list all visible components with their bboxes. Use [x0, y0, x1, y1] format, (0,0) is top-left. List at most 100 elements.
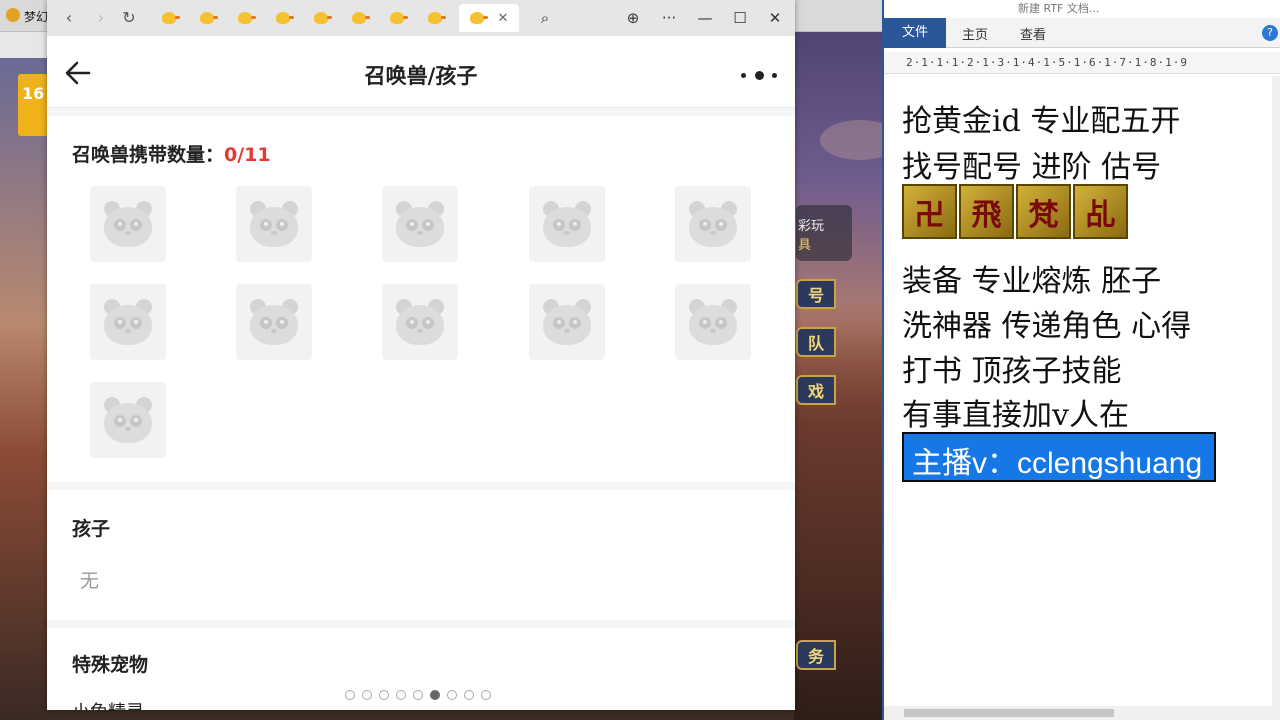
scroll-thumb[interactable] [904, 709, 1114, 717]
page-dot[interactable] [396, 690, 406, 700]
browser-tab[interactable] [303, 4, 339, 32]
page-dot[interactable] [430, 690, 440, 700]
chick-icon [162, 12, 180, 24]
game-panel-sub: 具 [798, 238, 812, 253]
panda-placeholder-icon [248, 201, 300, 247]
game-button-3[interactable]: 戏 [796, 375, 836, 405]
kids-title: 孩子 [72, 518, 111, 540]
panda-placeholder-icon [394, 299, 446, 345]
panda-placeholder-icon [687, 299, 739, 345]
pet-section: 召唤兽携带数量：0/11 [47, 116, 795, 482]
pet-count-label: 召唤兽携带数量：0/11 [72, 140, 271, 167]
game-button-2[interactable]: 队 [796, 327, 836, 357]
document-body[interactable]: 抢黄金id 专业配五开 找号配号 进阶 估号 卍 飛 梵 乩 装备 专业熔炼 胚… [884, 76, 1280, 706]
game-button-4[interactable]: 务 [796, 640, 836, 670]
word-titlebar: 新建 RTF 文档... [884, 0, 1280, 18]
close-icon[interactable]: ✕ [763, 6, 787, 30]
tab-file[interactable]: 文件 [884, 18, 946, 48]
game-button-1[interactable]: 号 [796, 279, 836, 309]
pet-slot[interactable] [675, 186, 751, 262]
browser-tab[interactable] [227, 4, 263, 32]
page-dot[interactable] [345, 690, 355, 700]
doc-line: 找号配号 进阶 估号 [902, 150, 1162, 185]
panda-placeholder-icon [102, 201, 154, 247]
seal-image-1: 卍 [902, 184, 957, 239]
pet-slot[interactable] [382, 284, 458, 360]
game-button-4-label: 务 [807, 647, 824, 666]
page-title: 召唤兽/孩子 [364, 64, 478, 88]
browser-tab[interactable] [379, 4, 415, 32]
kids-section: 孩子 无 [47, 490, 795, 620]
seal-image-4: 乩 [1073, 184, 1128, 239]
game-app-icon [6, 8, 20, 22]
panda-placeholder-icon [394, 201, 446, 247]
horizontal-scrollbar[interactable] [884, 706, 1280, 720]
pet-count-text: 召唤兽携带数量： [72, 144, 225, 166]
word-ribbon: 文件 主页 查看 ? [884, 18, 1280, 48]
chick-icon [238, 12, 256, 24]
page-dot[interactable] [464, 690, 474, 700]
chick-icon [390, 12, 408, 24]
screen: 16 彩玩 具 号 队 戏 务 梦幻 ‹ › ↻ ✕ ⌕ ⊕ ··· — ☐ ✕… [0, 0, 1280, 720]
panda-placeholder-icon [102, 299, 154, 345]
search-icon[interactable]: ⌕ [533, 6, 557, 30]
chick-icon [469, 12, 488, 24]
pet-slot[interactable] [90, 284, 166, 360]
game-button-1-label: 号 [807, 286, 824, 305]
more-menu-icon[interactable]: ··· [657, 6, 681, 30]
panda-placeholder-icon [541, 299, 593, 345]
game-panel-text: 彩玩 [798, 219, 825, 234]
browser-tab-active[interactable]: ✕ [459, 4, 519, 32]
page-dot[interactable] [379, 690, 389, 700]
vertical-scrollbar[interactable] [1272, 76, 1280, 706]
browser-tab[interactable] [151, 4, 187, 32]
highlighted-contact-line: 主播v：cclengshuang [902, 432, 1216, 482]
pet-slot[interactable] [236, 186, 312, 262]
special-pets-title: 特殊宠物 [72, 654, 149, 676]
doc-line: 装备 专业熔炼 胚子 [902, 264, 1162, 299]
browser-tab[interactable] [341, 4, 377, 32]
pet-slot[interactable] [90, 382, 166, 458]
tab-close-icon[interactable]: ✕ [498, 11, 509, 26]
panda-placeholder-icon [248, 299, 300, 345]
globe-icon[interactable]: ⊕ [621, 6, 645, 30]
tab-home[interactable]: 主页 [962, 24, 988, 43]
app-header: 召唤兽/孩子 [47, 36, 795, 108]
page-dot[interactable] [447, 690, 457, 700]
chick-icon [314, 12, 332, 24]
browser-tab[interactable] [189, 4, 225, 32]
seal-image-2: 飛 [959, 184, 1014, 239]
page-dot[interactable] [362, 690, 372, 700]
game-title: 梦幻 [24, 10, 49, 24]
seal-image-3: 梵 [1016, 184, 1071, 239]
panda-placeholder-icon [687, 201, 739, 247]
forward-nav-icon[interactable]: › [91, 8, 111, 28]
back-nav-icon[interactable]: ‹ [59, 8, 79, 28]
page-dot[interactable] [481, 690, 491, 700]
word-title: 新建 RTF 文档... [1018, 2, 1100, 15]
browser-tab[interactable] [417, 4, 453, 32]
pet-slot[interactable] [382, 186, 458, 262]
ruler: 2·1·1·1·2·1·3·1·4·1·5·1·6·1·7·1·8·1·9 [884, 52, 1280, 74]
help-icon[interactable]: ? [1262, 25, 1278, 41]
browser-tab[interactable] [265, 4, 301, 32]
game-age-badge: 16 [18, 74, 48, 136]
more-options-icon[interactable] [741, 68, 777, 82]
maximize-icon[interactable]: ☐ [728, 6, 752, 30]
pet-slot[interactable] [90, 186, 166, 262]
pet-slot[interactable] [529, 284, 605, 360]
game-button-2-label: 队 [807, 334, 824, 353]
minimize-icon[interactable]: — [693, 6, 717, 30]
seal-images-row: 卍 飛 梵 乩 [902, 184, 1128, 239]
tab-view[interactable]: 查看 [1020, 24, 1046, 43]
refresh-icon[interactable]: ↻ [119, 8, 139, 28]
special-pet-item[interactable]: 小兔精灵 [72, 698, 144, 710]
page-dot[interactable] [413, 690, 423, 700]
doc-line: 打书 顶孩子技能 [902, 354, 1122, 389]
game-side-panel[interactable]: 彩玩 具 [796, 205, 852, 261]
game-button-3-label: 戏 [807, 382, 824, 401]
pet-slot[interactable] [675, 284, 751, 360]
pet-slot[interactable] [529, 186, 605, 262]
word-window: 新建 RTF 文档... 文件 主页 查看 ? 2·1·1·1·2·1·3·1·… [882, 0, 1280, 720]
pet-slot[interactable] [236, 284, 312, 360]
